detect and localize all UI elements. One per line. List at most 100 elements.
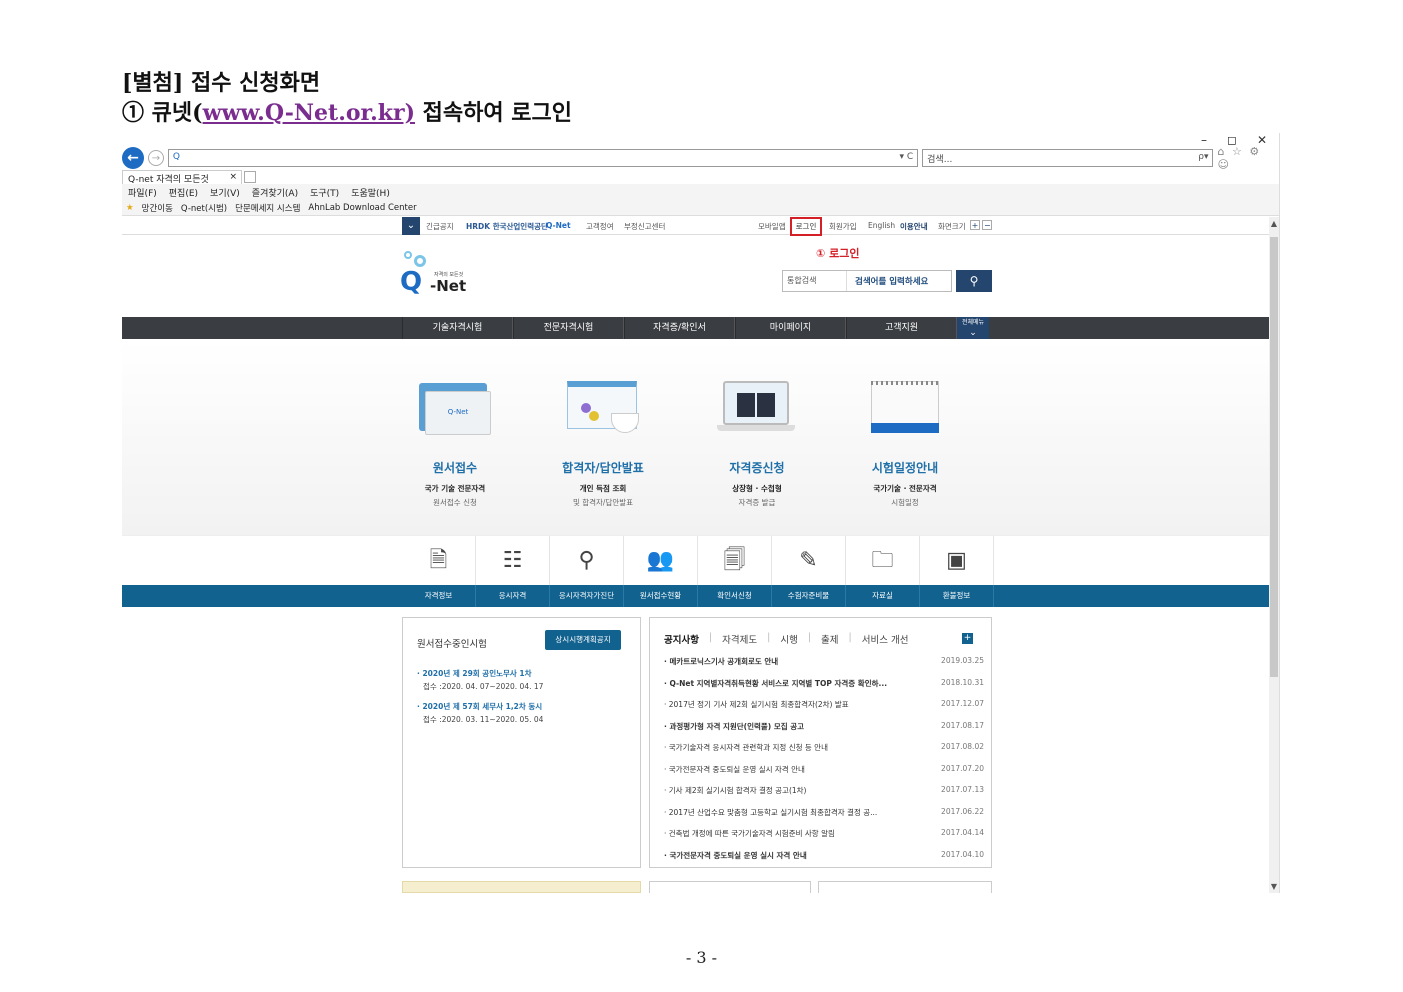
back-arrow-icon[interactable]: ← — [122, 147, 144, 169]
favorite-item[interactable]: AhnLab Download Center — [308, 203, 416, 213]
info-document-icon[interactable]: 🗎 — [402, 536, 476, 586]
menu-view[interactable]: 보기(V) — [210, 186, 240, 199]
document-edit-icon[interactable]: 🗐 — [698, 536, 772, 586]
pencil-icon[interactable]: ✎ — [772, 536, 846, 586]
quick-card-application[interactable]: Q-Net 원서접수 국가 기술 전문자격 원서접수 신청 — [380, 365, 530, 508]
zoom-minus[interactable]: − — [982, 220, 993, 230]
forward-arrow-icon[interactable]: → — [147, 150, 164, 166]
notice-title[interactable]: · 메카트로닉스기사 공개회로도 안내 — [664, 656, 778, 667]
browser-search-placeholder: 검색... — [927, 155, 953, 165]
notice-title[interactable]: · 2017년 정기 기사 제2회 실기시험 최종합격자(2차) 발표 — [664, 699, 849, 710]
favorite-item[interactable]: Q-net(시범) — [181, 202, 227, 214]
menu-qualification-info[interactable]: 자격정보 — [402, 585, 476, 607]
favorites-star-icon[interactable]: ★ — [126, 203, 134, 213]
nav-professional-exam[interactable]: 전문자격시험 — [513, 317, 624, 339]
exam-item[interactable]: · 2020년 제 29회 공인노무사 1차 접수 :2020. 04. 07~… — [417, 668, 543, 692]
menu-edit[interactable]: 편집(E) — [169, 186, 198, 199]
banner-strip[interactable] — [649, 881, 811, 893]
urgent-notice-link[interactable]: 긴급공지 — [426, 221, 454, 232]
favorites-bar: ★ 망간이동 Q-net(시범) 단문메세지 시스템 AhnLab Downlo… — [122, 200, 1279, 216]
guide-link[interactable]: 이용안내 — [900, 221, 928, 232]
toolbar-icons[interactable]: ⌂ ☆ ⚙ ☺ — [1217, 145, 1279, 171]
menu-tools[interactable]: 도구(T) — [310, 186, 339, 199]
site-search-input[interactable]: 통합검색 검색어를 입력하세요 — [782, 270, 952, 292]
notice-title[interactable]: · 기사 제2회 실기시험 합격자 결정 공고(1차) — [664, 785, 806, 796]
nav-mypage[interactable]: 마이페이지 — [735, 317, 846, 339]
search-scope-select[interactable]: 통합검색 — [783, 271, 847, 291]
quick-card-certificate[interactable]: 자격증신청 상장형 · 수첩형 자격증 발급 — [682, 365, 832, 508]
menu-archive[interactable]: 자료실 — [846, 585, 920, 607]
menu-eligibility[interactable]: 응시자격 — [476, 585, 550, 607]
regular-plan-button[interactable]: 상시시행계획공지 — [545, 630, 621, 650]
tab-system[interactable]: 자격제도 — [722, 632, 757, 646]
customer-link[interactable]: 고객정여 — [586, 221, 614, 232]
menu-application-status[interactable]: 원서접수현황 — [624, 585, 698, 607]
banner-strip[interactable] — [818, 881, 992, 893]
exam-title[interactable]: · 2020년 제 57회 세무사 1,2차 동시 — [417, 701, 543, 712]
notice-date: 2017.07.20 — [941, 764, 984, 773]
nav-certificate[interactable]: 자격증/확인서 — [624, 317, 735, 339]
tab-question[interactable]: 출제 — [821, 632, 838, 646]
menu-help[interactable]: 도움말(H) — [351, 186, 390, 199]
magnifier-icon[interactable]: ⚲ — [550, 536, 624, 586]
menu-file[interactable]: 파일(F) — [128, 186, 157, 199]
minimize-icon[interactable]: – — [1201, 133, 1207, 147]
people-icon[interactable]: 👥 — [624, 536, 698, 586]
exam-item[interactable]: · 2020년 제 57회 세무사 1,2차 동시 접수 :2020. 03. … — [417, 701, 543, 725]
notice-title[interactable]: · 2017년 산업수요 맞춤형 고등학교 실기시험 최종합격자 결정 공... — [664, 807, 877, 818]
money-icon[interactable]: ▣ — [920, 536, 994, 586]
nav-support[interactable]: 고객지원 — [846, 317, 957, 339]
report-center-link[interactable]: 부정신고센터 — [624, 221, 665, 232]
qnet-logo[interactable]: Q 자격의 모든것 -Net — [400, 251, 470, 301]
nav-technical-exam[interactable]: 기술자격시험 — [402, 317, 513, 339]
search-icon[interactable]: ρ▾ — [1198, 152, 1208, 162]
login-button[interactable]: 로그인 — [790, 217, 822, 236]
chevron-down-icon[interactable]: ⌄ — [402, 217, 420, 235]
notice-title[interactable]: · 과정평가형 자격 지원단(인력풀) 모집 공고 — [664, 721, 804, 732]
notice-title[interactable]: · 국가전문자격 중도퇴실 운영 실시 자격 안내 — [664, 764, 805, 775]
folder-icon[interactable]: 🗀 — [846, 536, 920, 586]
browser-search-input[interactable]: 검색... ρ▾ — [922, 149, 1214, 167]
scroll-up-icon[interactable]: ▲ — [1269, 219, 1279, 228]
menu-confirmation[interactable]: 확인서신청 — [698, 585, 772, 607]
hrdk-link[interactable]: HRDK 한국산업인력공단 — [466, 221, 548, 232]
menu-supplies[interactable]: 수험자준비물 — [772, 585, 846, 607]
favorite-item[interactable]: 단문메세지 시스템 — [235, 202, 300, 214]
tab-exam[interactable]: 시행 — [780, 632, 797, 646]
zoom-plus[interactable]: + — [970, 220, 980, 230]
all-menu-button[interactable]: 전체메뉴 ⌄ — [957, 317, 989, 339]
notice-title[interactable]: · 건축법 개정에 따른 국가기술자격 시험준비 사항 알림 — [664, 828, 835, 839]
scroll-down-icon[interactable]: ▼ — [1269, 882, 1279, 891]
tab-notice[interactable]: 공지사항 — [664, 632, 699, 646]
tab-close-icon[interactable]: × — [229, 172, 237, 182]
menu-refund[interactable]: 환불정보 — [920, 585, 994, 607]
new-tab-button[interactable] — [244, 171, 256, 183]
menu-favorites[interactable]: 즐겨찾기(A) — [252, 186, 298, 199]
exam-title[interactable]: · 2020년 제 29회 공인노무사 1차 — [417, 668, 543, 679]
notice-title[interactable]: · 국가기술자격 응시자격 관련학과 지정 신청 등 안내 — [664, 742, 828, 753]
logo-circle-large — [414, 255, 426, 267]
site-search-button[interactable]: ⚲ — [956, 270, 992, 292]
qnet-url-link[interactable]: www.Q-Net.or.kr) — [203, 100, 415, 126]
qnet-small-link[interactable]: Q-Net — [546, 221, 571, 230]
scrollbar-thumb[interactable] — [1270, 237, 1278, 677]
zoom-in-button[interactable]: + − — [970, 220, 993, 230]
chevron-down-icon: ⌄ — [969, 328, 977, 338]
browser-tab[interactable]: Q-net 자격의 모든것 × — [122, 169, 242, 185]
checklist-icon[interactable]: ☷ — [476, 536, 550, 586]
favorite-item[interactable]: 망간이동 — [142, 202, 173, 214]
english-link[interactable]: English — [868, 221, 895, 230]
banner-strip[interactable] — [402, 881, 641, 893]
menu-self-check[interactable]: 응시자격자가진단 — [550, 585, 624, 607]
notice-title[interactable]: · Q-Net 지역별자격취득현황 서비스로 지역별 TOP 자격증 확인하..… — [664, 678, 887, 689]
more-plus-icon[interactable]: + — [962, 633, 973, 644]
mobile-app-link[interactable]: 모바일앱 — [758, 221, 786, 232]
quick-card-schedule[interactable]: 시험일정안내 국가기술 · 전문자격 시험일정 — [830, 365, 980, 508]
notice-title[interactable]: · 국가전문자격 중도퇴실 운영 실시 자격 안내 — [664, 850, 807, 861]
address-bar[interactable]: Q ▾ C — [167, 149, 919, 167]
vertical-scrollbar[interactable]: ▲ ▼ — [1269, 217, 1279, 893]
refresh-icon[interactable]: ▾ C — [899, 152, 913, 162]
quick-card-results[interactable]: 합격자/답안발표 개인 득점 조회 및 합격자/답안발표 — [528, 365, 678, 508]
tab-service[interactable]: 서비스 개선 — [862, 632, 909, 646]
join-link[interactable]: 회원가입 — [829, 221, 857, 232]
